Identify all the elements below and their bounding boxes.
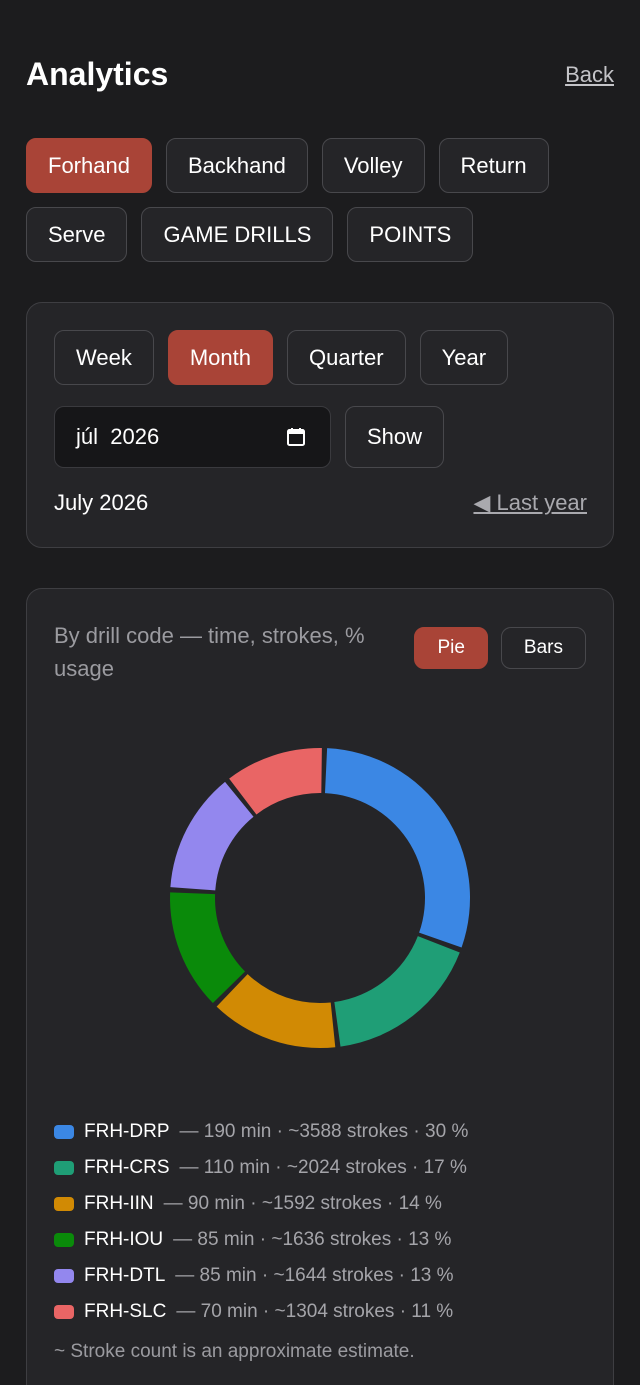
donut-slice-frh-iou xyxy=(170,892,246,1003)
legend-code: FRH-IOU xyxy=(84,1229,164,1250)
month-date-input[interactable]: júl 2026 xyxy=(54,406,331,468)
page-title: Analytics xyxy=(26,56,169,92)
legend-stats: — 85 min · ~1636 strokes · 13 % xyxy=(173,1229,452,1250)
tab-serve[interactable]: Serve xyxy=(26,207,128,262)
legend-item: FRH-CRS — 110 min · ~2024 strokes · 17 % xyxy=(54,1150,468,1186)
donut-slice-frh-drp xyxy=(324,748,470,948)
stroke-type-tabs: Forhand Backhand Volley Return Serve GAM… xyxy=(26,138,614,262)
legend-swatch xyxy=(54,1125,74,1139)
legend-item: FRH-IIN — 90 min · ~1592 strokes · 14 % xyxy=(54,1186,468,1222)
header: Analytics Back xyxy=(26,56,614,93)
legend-code: FRH-DRP xyxy=(84,1121,170,1142)
legend-swatch xyxy=(54,1197,74,1211)
legend-stats: — 90 min · ~1592 strokes · 14 % xyxy=(163,1193,442,1214)
legend-item: FRH-DTL — 85 min · ~1644 strokes · 13 % xyxy=(54,1258,468,1294)
chart-legend: FRH-DRP — 190 min · ~3588 strokes · 30 % F… xyxy=(54,1114,468,1330)
period-selector: Week Month Quarter Year xyxy=(54,330,509,385)
period-quarter-button[interactable]: Quarter xyxy=(287,330,406,385)
legend-swatch xyxy=(54,1269,74,1283)
tab-return[interactable]: Return xyxy=(438,138,549,193)
date-value: júl 2026 xyxy=(76,424,160,449)
period-week-button[interactable]: Week xyxy=(54,330,154,385)
legend-code: FRH-IIN xyxy=(84,1193,154,1214)
donut-slice-frh-crs xyxy=(334,936,460,1047)
show-button[interactable]: Show xyxy=(345,406,445,468)
period-card: Week Month Quarter Year júl 2026 Show Ju… xyxy=(26,302,614,548)
tab-game-drills[interactable]: GAME DRILLS xyxy=(141,207,334,262)
current-period-label: July 2026 xyxy=(54,490,149,515)
legend-code: FRH-DTL xyxy=(84,1265,166,1286)
back-link[interactable]: Back xyxy=(565,62,614,88)
tab-backhand[interactable]: Backhand xyxy=(165,138,308,193)
legend-code: FRH-CRS xyxy=(84,1157,170,1178)
tab-volley[interactable]: Volley xyxy=(321,138,425,193)
drill-chart-card: By drill code — time, strokes, % usage P… xyxy=(26,588,614,1385)
legend-swatch xyxy=(54,1161,74,1175)
tab-points[interactable]: POINTS xyxy=(347,207,474,262)
legend-stats: — 70 min · ~1304 strokes · 11 % xyxy=(176,1301,454,1322)
donut-chart-svg xyxy=(170,748,470,1048)
last-year-link[interactable]: ◀ Last year xyxy=(473,490,587,516)
legend-swatch xyxy=(54,1305,74,1319)
donut-slice-frh-dtl xyxy=(170,781,254,891)
period-year-button[interactable]: Year xyxy=(419,330,509,385)
donut-chart xyxy=(27,589,615,1109)
legend-item: FRH-DRP — 190 min · ~3588 strokes · 30 % xyxy=(54,1114,468,1150)
legend-stats: — 85 min · ~1644 strokes · 13 % xyxy=(175,1265,454,1286)
date-row: júl 2026 Show xyxy=(54,406,445,468)
stroke-footnote: ~ Stroke count is an approximate estimat… xyxy=(54,1341,415,1362)
legend-item: FRH-IOU — 85 min · ~1636 strokes · 13 % xyxy=(54,1222,468,1258)
legend-code: FRH-SLC xyxy=(84,1301,167,1322)
legend-stats: — 110 min · ~2024 strokes · 17 % xyxy=(179,1157,467,1178)
legend-stats: — 190 min · ~3588 strokes · 30 % xyxy=(179,1121,469,1142)
legend-item: FRH-SLC — 70 min · ~1304 strokes · 11 % xyxy=(54,1294,468,1330)
period-month-button[interactable]: Month xyxy=(167,330,273,385)
donut-slice-frh-iin xyxy=(216,974,336,1048)
calendar-icon[interactable] xyxy=(286,427,306,447)
legend-swatch xyxy=(54,1233,74,1247)
tab-forhand[interactable]: Forhand xyxy=(26,138,152,193)
